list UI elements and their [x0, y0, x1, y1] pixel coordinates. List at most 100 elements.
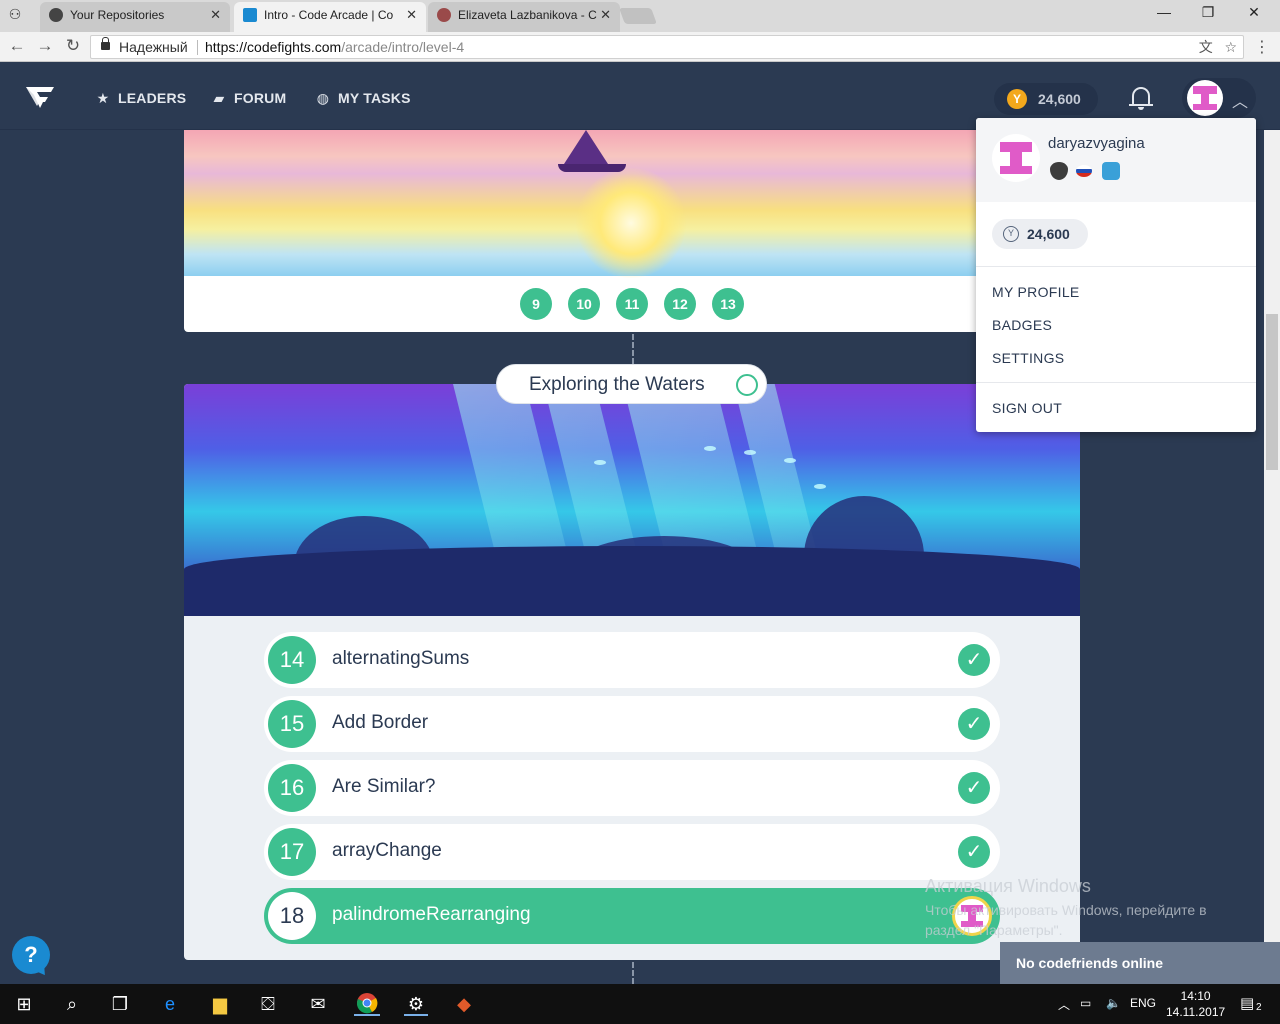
task-name: arrayChange: [332, 840, 442, 861]
new-tab-button[interactable]: [619, 8, 657, 24]
notification-count: 2: [1256, 1002, 1262, 1013]
back-icon[interactable]: ←: [8, 37, 26, 55]
sailboat-icon: [564, 130, 608, 164]
close-tab-icon[interactable]: ✕: [210, 2, 221, 28]
list-item[interactable]: 15 Add Border ✓: [264, 696, 1000, 752]
dropdown-header: daryazvyagina: [976, 118, 1256, 202]
level-button[interactable]: 11: [616, 288, 648, 320]
star-icon: ★: [96, 90, 110, 106]
chevron-up-icon: ︿: [1232, 94, 1249, 111]
sunset-illustration: [184, 130, 1080, 278]
codefights-logo-icon[interactable]: [24, 84, 56, 117]
list-item-current[interactable]: 18 palindromeRearranging: [264, 888, 1000, 944]
level-button[interactable]: 12: [664, 288, 696, 320]
task-name: alternatingSums: [332, 648, 470, 669]
mail-icon[interactable]: ✉: [306, 992, 330, 1016]
reload-icon[interactable]: ↻: [64, 37, 82, 55]
help-button[interactable]: ?: [12, 936, 50, 974]
check-icon: ✓: [958, 644, 990, 676]
menu-item-sign-out[interactable]: SIGN OUT: [992, 400, 1062, 416]
task-number: 18: [268, 892, 316, 940]
windows-activation-text: Чтобы активировать Windows, перейдите в …: [925, 902, 1207, 938]
menu-item-badges[interactable]: BADGES: [992, 317, 1052, 333]
tab-elizaveta[interactable]: Elizaveta Lazbanikova - C ✕: [428, 2, 620, 32]
connector-line: [632, 334, 634, 364]
menu-item-settings[interactable]: SETTINGS: [992, 350, 1064, 366]
user-dropdown-menu: daryazvyagina Y 24,600 MY PROFILE BADGES…: [976, 118, 1256, 432]
forward-icon[interactable]: →: [36, 37, 54, 55]
tab-label: Intro - Code Arcade | Co: [264, 8, 394, 22]
section-card: 14 alternatingSums ✓ 15 Add Border ✓ 16 …: [184, 384, 1080, 960]
close-tab-icon[interactable]: ✕: [406, 2, 417, 28]
list-item[interactable]: 16 Are Similar? ✓: [264, 760, 1000, 816]
lock-icon: [101, 37, 110, 50]
nav-forum[interactable]: ▰ FORUM: [210, 90, 287, 107]
connector-line: [632, 962, 634, 984]
coin-balance[interactable]: Y 24,600: [994, 83, 1098, 115]
level-button[interactable]: 13: [712, 288, 744, 320]
tab-intro-code-arcade[interactable]: Intro - Code Arcade | Co ✕: [234, 2, 426, 32]
language-indicator[interactable]: ENG: [1130, 996, 1156, 1010]
volume-icon[interactable]: 🔈: [1106, 996, 1121, 1010]
edge-icon[interactable]: e: [158, 992, 182, 1016]
coin-icon: Y: [1007, 89, 1027, 109]
rank-badge-icon: [1050, 162, 1068, 180]
notifications-bell-icon[interactable]: [1128, 84, 1154, 112]
check-icon: ✓: [958, 772, 990, 804]
scrollbar[interactable]: [1264, 130, 1280, 942]
url-text: https://codefights.com/arcade/intro/leve…: [205, 39, 465, 55]
windows-activation-title: Активация Windows: [925, 876, 1091, 896]
store-icon[interactable]: ⛋: [256, 992, 280, 1016]
scrollbar-thumb[interactable]: [1266, 314, 1278, 470]
coin-icon: Y: [1003, 226, 1019, 242]
task-number: 15: [268, 700, 316, 748]
section-title: Exploring the Waters: [529, 374, 705, 395]
close-window-icon[interactable]: ✕: [1244, 4, 1264, 21]
user-menu-toggle[interactable]: ︿: [1182, 78, 1256, 118]
tray-chevron-up-icon[interactable]: ︿: [1058, 996, 1070, 1013]
search-icon[interactable]: ⌕: [60, 992, 84, 1016]
address-bar[interactable]: Надежный https://codefights.com/arcade/i…: [90, 35, 1244, 59]
task-name: palindromeRearranging: [332, 904, 531, 925]
browser-toolbar: ← → ↻ Надежный https://codefights.com/ar…: [0, 32, 1280, 62]
tab-label: Elizaveta Lazbanikova - C: [458, 8, 597, 22]
task-name: Are Similar?: [332, 776, 436, 797]
windows-start-icon[interactable]: ⊞: [12, 992, 36, 1016]
network-icon[interactable]: ▭: [1080, 996, 1091, 1010]
notification-center-icon[interactable]: ▤: [1240, 994, 1254, 1012]
level-button[interactable]: 10: [568, 288, 600, 320]
ocean-illustration: [184, 384, 1080, 616]
browser-tab-bar: ⚇ Your Repositories ✕ Intro - Code Arcad…: [0, 0, 1280, 32]
github-icon: [49, 8, 63, 22]
task-view-icon[interactable]: ❐: [108, 992, 132, 1016]
settings-gear-icon[interactable]: ⚙: [404, 992, 428, 1016]
codefriends-panel[interactable]: No codefriends online: [1000, 942, 1280, 984]
translate-icon[interactable]: 文: [1199, 39, 1213, 55]
chrome-icon[interactable]: [354, 992, 380, 1016]
level-button[interactable]: 9: [520, 288, 552, 320]
avatar[interactable]: [992, 134, 1040, 182]
list-item[interactable]: 14 alternatingSums ✓: [264, 632, 1000, 688]
windows-taskbar: ⊞ ⌕ ❐ e ▆ ⛋ ✉ ⚙ ◆ ︿ ▭ 🔈 ENG 14:10 14.11.…: [0, 984, 1280, 1024]
file-explorer-icon[interactable]: ▆: [208, 992, 232, 1016]
bookmark-star-icon[interactable]: ☆: [1224, 39, 1237, 55]
tasks-icon: ◍: [316, 90, 330, 106]
browser-menu-icon[interactable]: ⋮: [1254, 37, 1270, 57]
close-tab-icon[interactable]: ✕: [600, 2, 611, 28]
minimize-icon[interactable]: —: [1154, 4, 1174, 20]
restore-icon[interactable]: ❐: [1198, 4, 1218, 21]
nav-leaders[interactable]: ★ LEADERS: [94, 90, 186, 107]
codefights-icon: [243, 8, 257, 22]
list-item[interactable]: 17 arrayChange ✓: [264, 824, 1000, 880]
chat-icon: ▰: [213, 90, 225, 106]
tab-repositories[interactable]: Your Repositories ✕: [40, 2, 230, 32]
section-title-pill: Exploring the Waters: [496, 364, 767, 404]
clock[interactable]: 14:10 14.11.2017: [1166, 988, 1225, 1020]
username[interactable]: daryazvyagina: [1048, 135, 1145, 152]
git-app-icon[interactable]: ◆: [452, 992, 476, 1016]
shield-badge-icon: [1102, 162, 1120, 180]
menu-item-my-profile[interactable]: MY PROFILE: [992, 284, 1080, 300]
nav-my-tasks[interactable]: ◍ MY TASKS: [314, 90, 411, 107]
avatar: [1187, 80, 1223, 116]
incognito-icon: ⚇: [8, 6, 22, 22]
